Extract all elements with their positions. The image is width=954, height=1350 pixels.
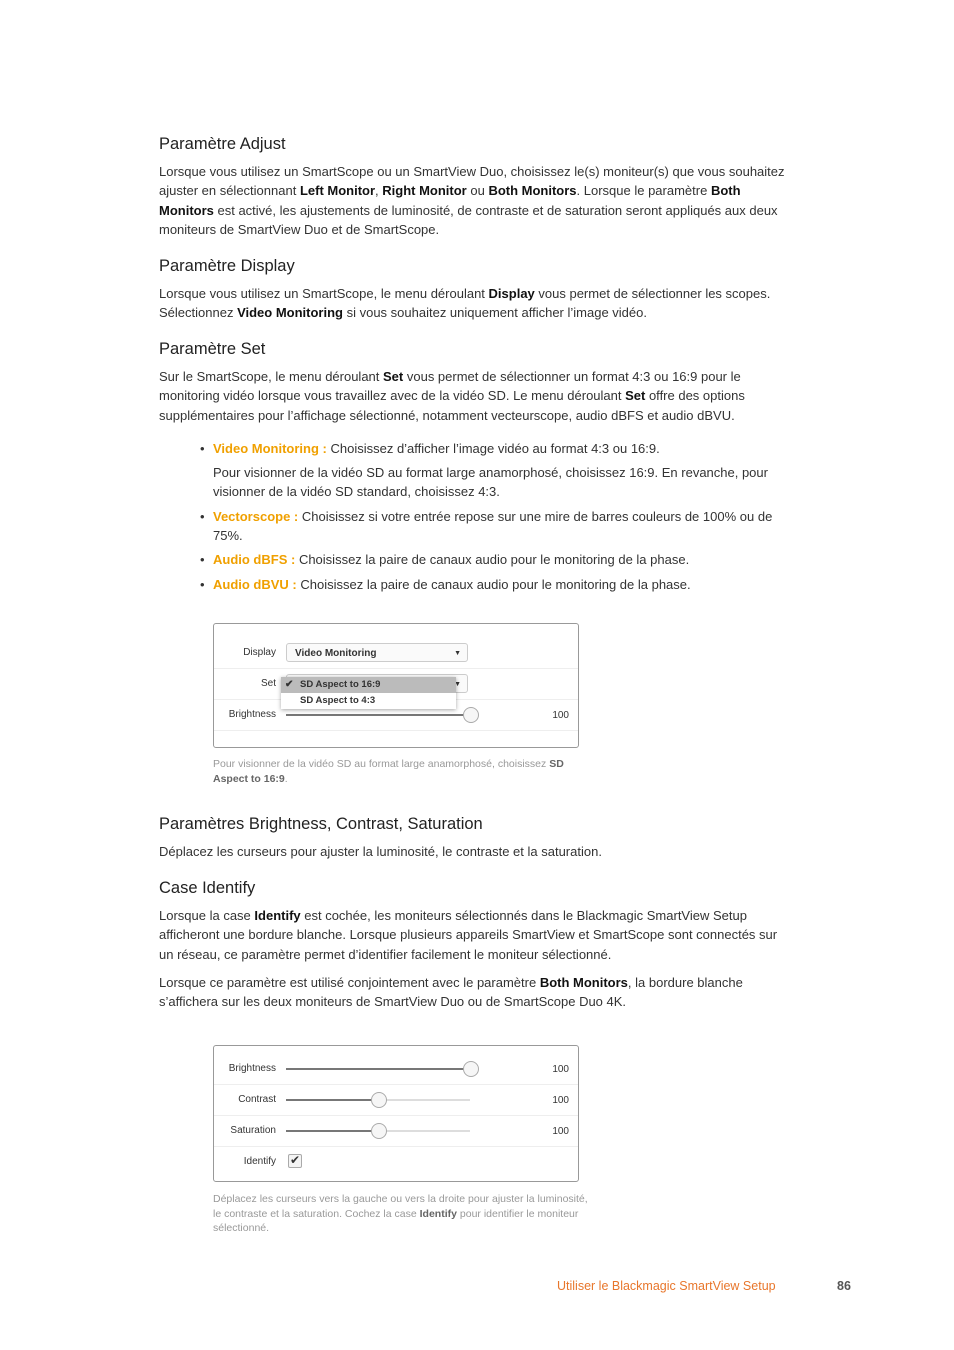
identify-row: Identify ✔ xyxy=(214,1147,578,1177)
text-run: . xyxy=(284,772,288,785)
brightness-value: 100 xyxy=(552,710,569,721)
slider-knob[interactable] xyxy=(371,1123,387,1139)
bullet-term: Audio dBVU : xyxy=(213,576,297,592)
slider-knob[interactable] xyxy=(371,1092,387,1108)
display-label: Display xyxy=(243,647,276,658)
set-label: Set xyxy=(260,678,276,689)
bold-term: Both Monitors xyxy=(488,183,577,199)
text-run: si vous souhaitez uniquement afficher l’… xyxy=(342,305,647,321)
display-value: Video Monitoring xyxy=(295,648,377,659)
paragraph: Lorsque la case Identify est cochée, les… xyxy=(159,906,791,964)
contrast-row: Contrast 100 xyxy=(214,1085,578,1116)
set-dropdown-menu: ✔ SD Aspect to 16:9 SD Aspect to 4:3 xyxy=(281,677,456,709)
checkmark-icon: ✔ xyxy=(285,679,294,690)
document-page: Paramètre Adjust Lorsque vous utilisez u… xyxy=(0,0,954,1350)
slider-fill xyxy=(286,1099,378,1101)
section-title: Paramètre Set xyxy=(159,340,266,358)
slider-label: Saturation xyxy=(230,1125,276,1136)
text-run: est activé, les ajustements de luminosit… xyxy=(159,202,778,237)
page-number: 86 xyxy=(837,1279,851,1293)
brightness-label: Brightness xyxy=(228,709,276,720)
section-title: Paramètre Display xyxy=(159,257,295,275)
identify-checkbox[interactable]: ✔ xyxy=(288,1154,302,1168)
slider-value: 100 xyxy=(552,1064,569,1075)
section-title: Paramètre Adjust xyxy=(159,135,286,153)
bullet-subtext: Pour visionner de la vidéo SD au format … xyxy=(213,465,768,500)
bold-term: Set xyxy=(625,388,646,404)
slider-knob[interactable] xyxy=(463,1061,479,1077)
text-run: Déplacez les curseurs pour ajuster la lu… xyxy=(159,844,602,859)
bold-term: Identify xyxy=(254,908,301,923)
checkmark-icon: ✔ xyxy=(289,1153,301,1167)
paragraph: Déplacez les curseurs pour ajuster la lu… xyxy=(159,842,791,861)
slider-value: 100 xyxy=(552,1126,569,1137)
menu-item-16-9[interactable]: ✔ SD Aspect to 16:9 xyxy=(281,677,456,693)
list-item: Audio dBFS : Choisissez la paire de cana… xyxy=(200,550,791,570)
section-title: Case Identify xyxy=(159,879,256,897)
display-dropdown[interactable]: Video Monitoring ▼ xyxy=(286,643,468,662)
paragraph: Lorsque vous utilisez un SmartScope ou u… xyxy=(159,162,791,239)
slider-fill xyxy=(286,714,470,716)
text-run: Sur le SmartScope, le menu déroulant xyxy=(159,369,384,384)
section-title: Paramètres Brightness, Contrast, Saturat… xyxy=(159,815,483,833)
bold-term: Identify xyxy=(419,1207,457,1220)
bold-term: Video Monitoring xyxy=(237,305,343,321)
saturation-slider[interactable] xyxy=(286,1123,470,1139)
settings-figure-sliders: Brightness 100 Contrast 100 Saturation 1… xyxy=(213,1045,579,1182)
text-run: Lorsque la case xyxy=(159,908,255,923)
brightness-row: Brightness 100 xyxy=(214,1054,578,1085)
section-set: Paramètre Set Sur le SmartScope, le menu… xyxy=(159,340,791,599)
text-run: Lorsque vous utilisez un SmartScope, le … xyxy=(159,286,489,301)
paragraph: Sur le SmartScope, le menu déroulant Set… xyxy=(159,367,791,425)
bullet-term: Video Monitoring : xyxy=(213,440,327,456)
bullet-term: Vectorscope : xyxy=(213,508,299,524)
paragraph: Lorsque vous utilisez un SmartScope, le … xyxy=(159,284,791,323)
bold-term: Right Monitor xyxy=(382,183,467,199)
slider-fill xyxy=(286,1068,470,1070)
section-identify: Case Identify Lorsque la case Identify e… xyxy=(159,879,791,1020)
bold-term: Display xyxy=(488,286,535,301)
slider-knob[interactable] xyxy=(463,707,479,723)
list-item: Audio dBVU : Choisissez la paire de cana… xyxy=(200,575,791,595)
saturation-row: Saturation 100 xyxy=(214,1116,578,1147)
bullet-text: Choisissez d’afficher l’image vidéo au f… xyxy=(326,440,660,456)
identify-label: Identify xyxy=(243,1156,276,1167)
text-run: Lorsque ce paramètre est utilisé conjoin… xyxy=(159,974,540,990)
bullet-text: Choisissez la paire de canaux audio pour… xyxy=(295,552,690,568)
footer-title: Utiliser le Blackmagic SmartView Setup xyxy=(557,1279,776,1293)
bullet-term: Audio dBFS : xyxy=(213,552,296,568)
text-run: ou xyxy=(466,183,489,199)
menu-item-label: SD Aspect to 16:9 xyxy=(300,679,381,690)
text-run: . Lorsque le paramètre xyxy=(576,183,711,199)
bold-term: Left Monitor xyxy=(299,183,376,199)
menu-item-label: SD Aspect to 4:3 xyxy=(300,695,376,706)
chevron-down-icon: ▼ xyxy=(454,650,461,657)
brightness-slider[interactable] xyxy=(286,707,479,723)
figure-caption: Pour visionner de la vidéo SD au format … xyxy=(213,757,593,786)
display-row: Display Video Monitoring ▼ xyxy=(214,638,578,669)
brightness-slider[interactable] xyxy=(286,1061,479,1077)
slider-fill xyxy=(286,1130,378,1132)
bullet-text: Choisissez la paire de canaux audio pour… xyxy=(296,576,691,592)
bullet-list: Video Monitoring : Choisissez d’afficher… xyxy=(159,439,791,594)
list-item: Video Monitoring : Choisissez d’afficher… xyxy=(200,439,791,502)
menu-item-4-3[interactable]: SD Aspect to 4:3 xyxy=(281,693,456,709)
bold-term: Set xyxy=(383,369,404,384)
text-run: Pour visionner de la vidéo SD au format … xyxy=(213,758,550,770)
bold-term: Both Monitors xyxy=(539,974,628,990)
settings-figure-set: Display Video Monitoring ▼ Set ▼ Brightne… xyxy=(213,623,579,748)
section-adjust: Paramètre Adjust Lorsque vous utilisez u… xyxy=(159,135,791,248)
slider-value: 100 xyxy=(552,1095,569,1106)
figure-caption: Déplacez les curseurs vers la gauche ou … xyxy=(213,1192,593,1236)
list-item: Vectorscope : Choisissez si votre entrée… xyxy=(200,507,791,546)
slider-label: Contrast xyxy=(238,1094,276,1105)
section-display: Paramètre Display Lorsque vous utilisez … xyxy=(159,257,791,332)
slider-label: Brightness xyxy=(228,1063,276,1074)
contrast-slider[interactable] xyxy=(286,1092,470,1108)
paragraph: Lorsque ce paramètre est utilisé conjoin… xyxy=(159,973,791,1012)
section-brightness: Paramètres Brightness, Contrast, Saturat… xyxy=(159,815,791,870)
